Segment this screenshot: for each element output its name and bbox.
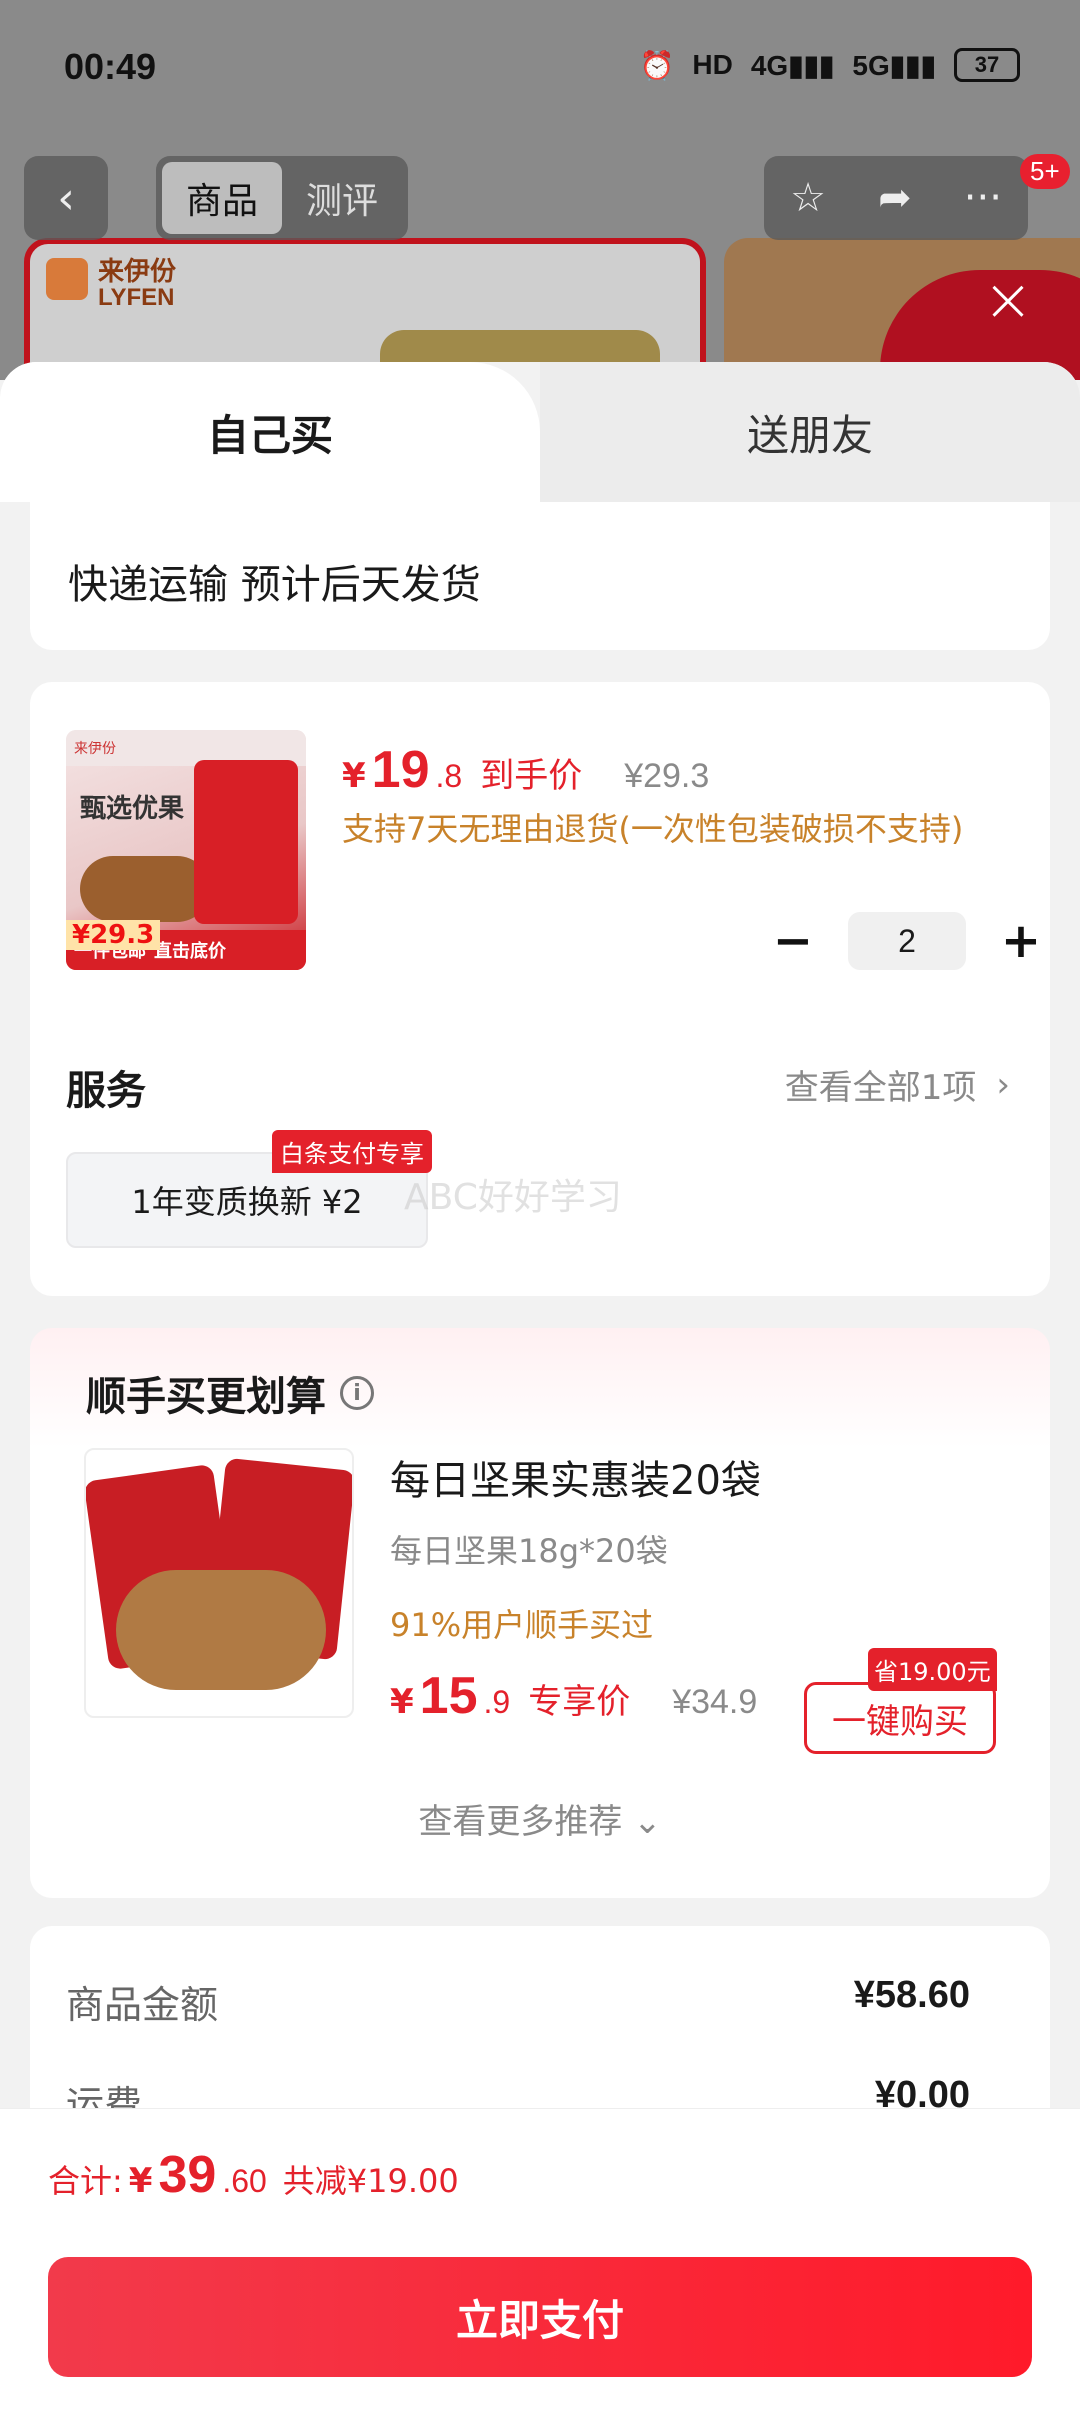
share-icon[interactable]: ➦ (878, 175, 912, 221)
battery-level: 37 (974, 52, 1000, 77)
save-badge: 省19.00元 (868, 1648, 997, 1691)
service-chip-badge: 白条支付专享 (272, 1130, 432, 1173)
product-card: 来伊份 甄选优果 一件包邮 直击底价 ¥29.3 ¥19.8 到手价 ¥29.3… (30, 682, 1050, 1296)
tab-product[interactable]: 商品 (162, 162, 282, 234)
status-icons: ⏰ HD 4G▮▮▮ 5G▮▮▮ 37 (640, 48, 1020, 82)
bundle-recommendation-card: 顺手买更划算 i 每日坚果实惠装20袋 每日坚果18g*20袋 91%用户顺手买… (30, 1328, 1050, 1898)
increase-button[interactable]: + (996, 916, 1046, 966)
bundle-price: ¥15.9 专享价 ¥34.9 (390, 1666, 757, 1726)
nav-actions: ☆ ➦ ··· (764, 156, 1028, 240)
price-currency: ¥ (342, 756, 366, 796)
brand-name-cn: 来伊份 (98, 256, 177, 286)
pay-now-button[interactable]: 立即支付 (48, 2257, 1032, 2377)
view-all-services-link[interactable]: 查看全部1项 › (785, 1060, 1010, 1109)
total-line: 合计: ¥39.60 共减¥19.00 (48, 2145, 459, 2205)
more-icon[interactable]: ··· (964, 175, 1002, 221)
alarm-icon: ⏰ (639, 49, 675, 81)
thumb-price-tag: ¥29.3 (66, 920, 161, 950)
tab-self-buy[interactable]: 自己买 (0, 362, 540, 502)
return-policy-note: 支持7天无理由退货(一次性包装破损不支持) (342, 810, 964, 848)
summary-label: 商品金额 (66, 1983, 219, 2027)
purchase-tabs: 自己买 送朋友 (0, 362, 1080, 502)
thumb-nuts-image (80, 856, 210, 922)
chevron-right-icon: › (996, 1064, 1010, 1105)
bundle-price-label: 专享价 (528, 1682, 631, 1722)
quantity-value[interactable]: 2 (848, 912, 966, 970)
summary-row-goods: 商品金额 ¥58.60 (66, 1974, 970, 2029)
bundle-title: 顺手买更划算 i (86, 1364, 374, 1422)
view-all-label: 查看全部1项 (784, 1068, 977, 1108)
price-decimal: .8 (435, 758, 463, 794)
bundle-buyers-percent: 91%用户顺手买过 (390, 1606, 654, 1644)
product-thumbnail[interactable]: 来伊份 甄选优果 一件包邮 直击底价 ¥29.3 (66, 730, 306, 970)
brand-name-en: LYFEN (98, 284, 175, 311)
star-icon[interactable]: ☆ (790, 175, 826, 221)
delivery-info: 快递运输 预计后天发货 (68, 562, 481, 608)
thumb-bottom-text-2: 直击底价 (154, 941, 226, 962)
price-integer: 19 (371, 741, 430, 799)
total-integer: 39 (158, 2146, 217, 2204)
total-label: 合计: (48, 2162, 123, 2200)
bundle-original-price: ¥34.9 (672, 1683, 758, 1721)
product-price: ¥19.8 到手价 ¥29.3 (342, 740, 709, 800)
bundle-title-text: 顺手买更划算 (86, 1374, 326, 1420)
bundle-product-name[interactable]: 每日坚果实惠装20袋 (390, 1448, 761, 1506)
bundle-product-spec: 每日坚果18g*20袋 (390, 1532, 668, 1570)
nav-tabs: 商品 测评 (156, 156, 408, 240)
bundle-price-decimal: .9 (483, 1684, 511, 1720)
message-badge: 5+ (1020, 154, 1070, 189)
battery-icon: 37 (954, 48, 1020, 82)
total-discount: 共减¥19.00 (282, 2162, 459, 2200)
thumb-jar-image (194, 760, 298, 924)
status-time: 00:49 (64, 46, 157, 87)
signal-4g-icon: 4G▮▮▮ (750, 49, 835, 81)
purchase-sheet: 自己买 送朋友 快递运输 预计后天发货 来伊份 甄选优果 一件包邮 直击底价 ¥… (0, 362, 1080, 2412)
hd-icon: HD (692, 49, 733, 80)
more-recommendations-link[interactable]: 查看更多推荐 ⌄ (30, 1794, 1050, 1843)
watermark-text: ABC好好学习 (404, 1177, 622, 1218)
info-icon[interactable]: i (340, 1376, 374, 1410)
signal-5g-icon: 5G▮▮▮ (852, 49, 936, 81)
close-icon[interactable]: × (978, 270, 1038, 330)
back-button[interactable]: ‹ (24, 156, 108, 240)
status-bar: 00:49 ⏰ HD 4G▮▮▮ 5G▮▮▮ 37 (0, 0, 1080, 140)
brand-logo-icon (46, 258, 88, 300)
decrease-button[interactable]: − (768, 916, 818, 966)
chevron-left-icon: ‹ (57, 172, 75, 224)
bundle-thumbnail[interactable] (84, 1448, 354, 1718)
delivery-card: 快递运输 预计后天发货 (30, 502, 1050, 650)
price-label: 到手价 (480, 756, 583, 796)
summary-value: ¥58.60 (853, 1974, 970, 2016)
bundle-currency: ¥ (390, 1682, 414, 1722)
total-currency: ¥ (128, 2161, 153, 2201)
quantity-stepper: − 2 + (768, 912, 1046, 970)
thumb-title: 甄选优果 (80, 794, 185, 824)
bundle-price-integer: 15 (419, 1667, 478, 1725)
service-title: 服务 (66, 1068, 146, 1114)
checkout-bar: 合计: ¥39.60 共减¥19.00 立即支付 (0, 2108, 1080, 2412)
tab-review[interactable]: 测评 (282, 162, 402, 234)
top-nav: ‹ 商品 测评 ☆ ➦ ··· (0, 150, 1080, 240)
total-decimal: .60 (222, 2163, 267, 2199)
one-click-buy-button[interactable]: 一键购买 (804, 1682, 996, 1754)
bundle-nuts-image (116, 1570, 326, 1690)
tab-gift-friend[interactable]: 送朋友 (540, 362, 1080, 502)
original-price: ¥29.3 (624, 757, 710, 795)
